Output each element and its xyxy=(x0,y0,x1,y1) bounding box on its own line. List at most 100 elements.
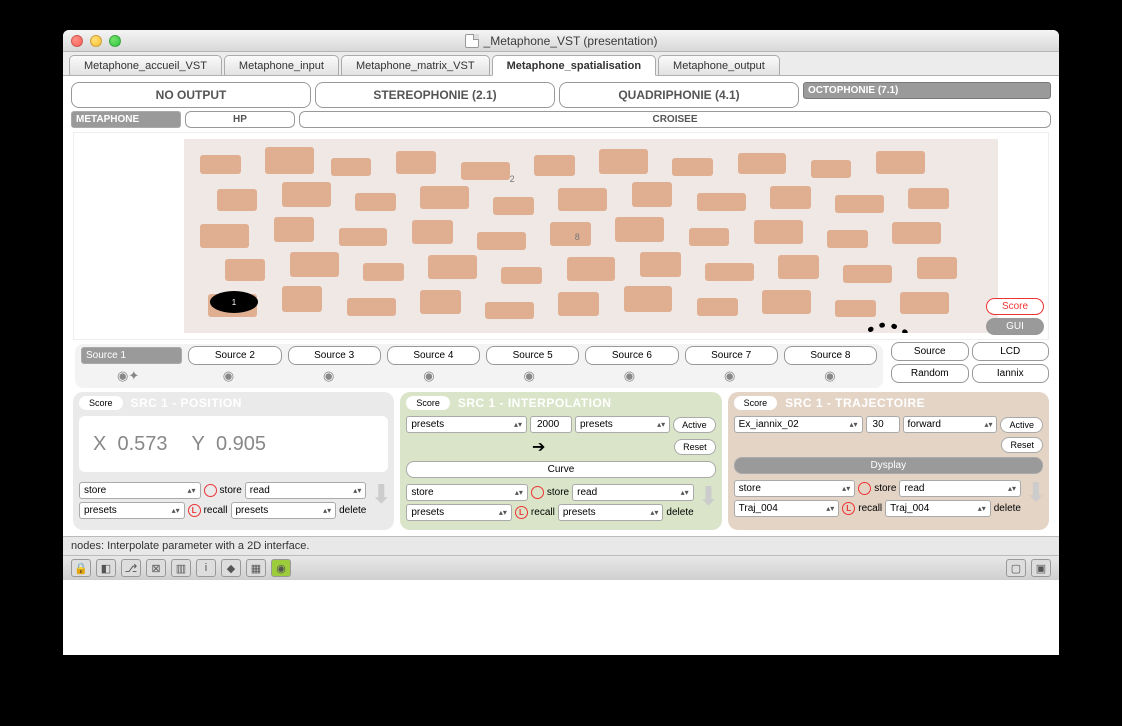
eye-icon[interactable]: ◉ xyxy=(282,368,376,384)
store-select[interactable]: store▴▾ xyxy=(79,482,201,499)
store-text: store xyxy=(220,485,242,496)
source-3[interactable]: Source 3 xyxy=(288,346,381,365)
app-window: _Metaphone_VST (presentation) Metaphone_… xyxy=(63,30,1059,655)
panel-title: SRC 1 - POSITION xyxy=(131,396,389,410)
window-icon[interactable]: ▢ xyxy=(1006,559,1026,577)
recall-icon[interactable]: L xyxy=(842,502,855,515)
delete-text[interactable]: delete xyxy=(994,503,1021,514)
source-6[interactable]: Source 6 xyxy=(585,346,678,365)
viz-gui-button[interactable]: GUI xyxy=(986,318,1044,335)
source-4[interactable]: Source 4 xyxy=(387,346,480,365)
score-label[interactable]: Score xyxy=(79,396,123,410)
dsp-icon[interactable]: ◉ xyxy=(271,559,291,577)
presets-select[interactable]: presets▴▾ xyxy=(79,502,185,519)
source-8[interactable]: Source 8 xyxy=(784,346,877,365)
traj-direction[interactable]: forward▴▾ xyxy=(903,416,998,433)
presets2-select[interactable]: presets▴▾ xyxy=(558,504,664,521)
score-label[interactable]: Score xyxy=(406,396,450,410)
mode-random[interactable]: Random xyxy=(891,364,969,383)
eye-icon[interactable]: ◉ xyxy=(683,368,777,384)
active-button[interactable]: Active xyxy=(1000,417,1043,433)
output-octo[interactable]: OCTOPHONIE (7.1) xyxy=(803,82,1051,99)
eye-icon[interactable]: ◉ xyxy=(582,368,676,384)
eye-icon[interactable]: ◉ xyxy=(783,368,877,384)
traj-file[interactable]: Ex_iannix_02▴▾ xyxy=(734,416,863,433)
recall-text: recall xyxy=(531,507,555,518)
tab-output[interactable]: Metaphone_output xyxy=(658,55,780,75)
tab-accueil[interactable]: Metaphone_accueil_VST xyxy=(69,55,222,75)
reset-button[interactable]: Reset xyxy=(674,439,716,455)
window-icon[interactable]: ▣ xyxy=(1031,559,1051,577)
lock-icon[interactable]: 🔒 xyxy=(71,559,91,577)
record-icon[interactable] xyxy=(858,482,871,495)
eye-icon[interactable]: ◉ xyxy=(482,368,576,384)
mode-lcd[interactable]: LCD xyxy=(972,342,1050,361)
mode-source[interactable]: Source xyxy=(891,342,969,361)
tool-icon[interactable]: ⎇ xyxy=(121,559,141,577)
down-arrow-icon[interactable]: ⬇ xyxy=(370,486,388,518)
traj-speed[interactable]: 30 xyxy=(866,416,900,433)
active-button[interactable]: Active xyxy=(673,417,716,433)
reset-button[interactable]: Reset xyxy=(1001,437,1043,453)
viz-score-button[interactable]: Score xyxy=(986,298,1044,315)
info-icon[interactable]: i xyxy=(196,559,216,577)
tab-input[interactable]: Metaphone_input xyxy=(224,55,339,75)
tool-icon[interactable]: ⊠ xyxy=(146,559,166,577)
record-icon[interactable] xyxy=(531,486,544,499)
content: NO OUTPUT STEREOPHONIE (2.1) QUADRIPHONI… xyxy=(63,76,1059,536)
record-icon[interactable] xyxy=(204,484,217,497)
presets2-select[interactable]: presets▴▾ xyxy=(231,502,337,519)
y-value: 0.905 xyxy=(216,433,266,455)
output-stereo[interactable]: STEREOPHONIE (2.1) xyxy=(315,82,555,108)
tab-matrix[interactable]: Metaphone_matrix_VST xyxy=(341,55,490,75)
trajectory-path xyxy=(184,139,998,333)
delete-text[interactable]: delete xyxy=(666,507,693,518)
grid-icon[interactable]: ▦ xyxy=(246,559,266,577)
source-2[interactable]: Source 2 xyxy=(188,346,281,365)
viz-mode-buttons: Score GUI xyxy=(986,298,1044,335)
recall-icon[interactable]: L xyxy=(188,504,201,517)
source-7[interactable]: Source 7 xyxy=(685,346,778,365)
tool-icon[interactable]: ◧ xyxy=(96,559,116,577)
down-arrow-icon[interactable]: ⬇ xyxy=(698,488,716,520)
interp-presets-a[interactable]: presets▴▾ xyxy=(406,416,527,433)
store-select[interactable]: store▴▾ xyxy=(406,484,528,501)
read-select[interactable]: read▴▾ xyxy=(245,482,367,499)
source-node[interactable]: 1 xyxy=(210,291,258,313)
down-arrow-icon[interactable]: ⬇ xyxy=(1025,484,1043,516)
store-select[interactable]: store▴▾ xyxy=(734,480,856,497)
mode-iannix[interactable]: Iannix xyxy=(972,364,1050,383)
tool-icon[interactable]: ◆ xyxy=(221,559,241,577)
source-1[interactable]: Source 1 xyxy=(81,347,182,364)
store-text: store xyxy=(874,483,896,494)
interp-presets-b[interactable]: presets▴▾ xyxy=(575,416,670,433)
panel-position: ScoreSRC 1 - POSITION X 0.573 Y 0.905 st… xyxy=(73,392,394,530)
tool-icon[interactable]: ▥ xyxy=(171,559,191,577)
traj2-select[interactable]: Traj_004▴▾ xyxy=(885,500,991,517)
read-select[interactable]: read▴▾ xyxy=(899,480,1021,497)
traj-select[interactable]: Traj_004▴▾ xyxy=(734,500,840,517)
recall-icon[interactable]: L xyxy=(515,506,528,519)
titlebar: _Metaphone_VST (presentation) xyxy=(63,30,1059,52)
layer-croisee[interactable]: CROISEE xyxy=(299,111,1051,128)
display-button[interactable]: Dysplay xyxy=(734,457,1043,474)
eye-icon[interactable]: ◉✦ xyxy=(81,368,175,384)
output-none[interactable]: NO OUTPUT xyxy=(71,82,311,108)
presets-select[interactable]: presets▴▾ xyxy=(406,504,512,521)
eye-icon[interactable]: ◉ xyxy=(382,368,476,384)
score-label[interactable]: Score xyxy=(734,396,778,410)
layer-metaphone[interactable]: METAPHONE xyxy=(71,111,181,128)
delete-text[interactable]: delete xyxy=(339,505,366,516)
tab-spatialisation[interactable]: Metaphone_spatialisation xyxy=(492,55,656,76)
output-quad[interactable]: QUADRIPHONIE (4.1) xyxy=(559,82,799,108)
read-select[interactable]: read▴▾ xyxy=(572,484,694,501)
source-5[interactable]: Source 5 xyxy=(486,346,579,365)
spatial-viz[interactable]: 2 8 1 Score GUI xyxy=(73,132,1049,340)
arrow-icon: ➔ xyxy=(406,437,671,457)
interp-time[interactable]: 2000 xyxy=(530,416,572,433)
window-title: _Metaphone_VST (presentation) xyxy=(63,34,1059,48)
eye-icon[interactable]: ◉ xyxy=(181,368,275,384)
curve-button[interactable]: Curve xyxy=(406,461,715,478)
layer-hp[interactable]: HP xyxy=(185,111,295,128)
bottom-toolbar: 🔒 ◧ ⎇ ⊠ ▥ i ◆ ▦ ◉ ▢ ▣ xyxy=(63,555,1059,580)
